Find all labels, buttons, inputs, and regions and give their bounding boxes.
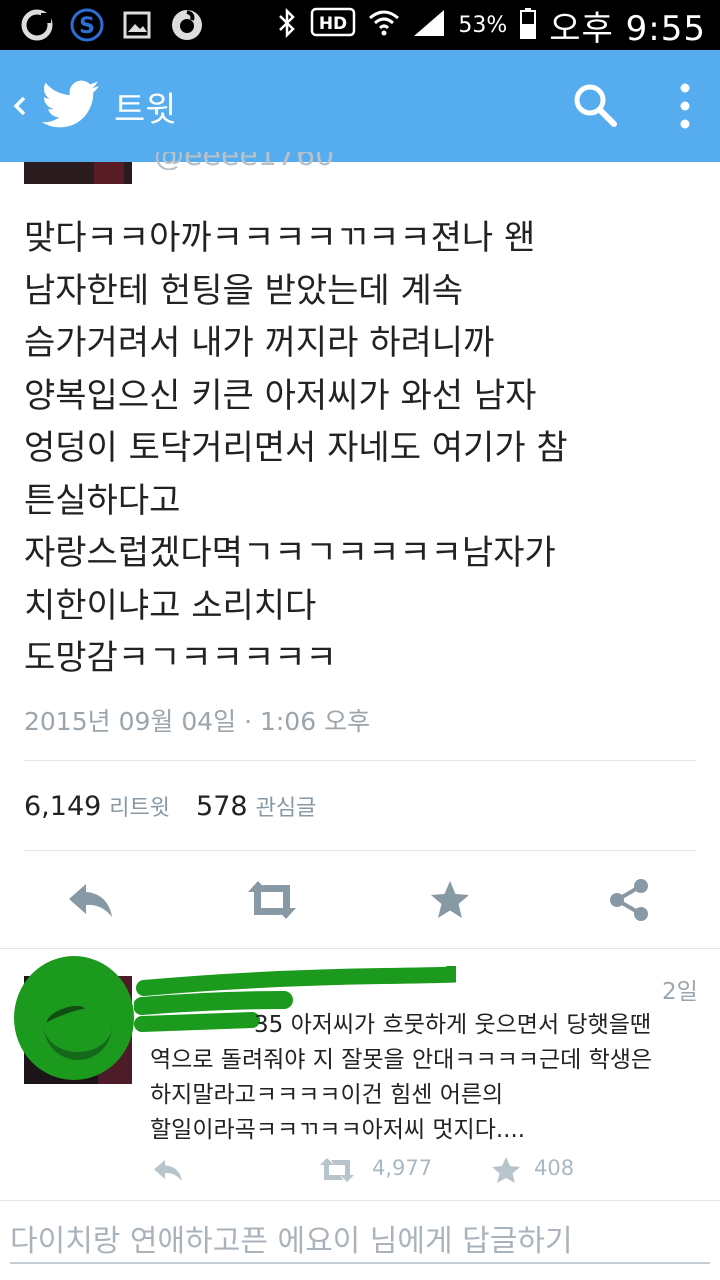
reply-timestamp: 2일 <box>662 979 698 1005</box>
tweet-text-line: 슴가거려서 내가 꺼지라 하려니까 <box>24 323 495 363</box>
divider <box>0 948 720 949</box>
samsung-s-icon: S <box>70 8 104 42</box>
hd-voice-icon: HD <box>310 6 356 44</box>
svg-text:HD: HD <box>319 14 347 34</box>
tweet-stats: 6,149 리트윗 578 관심글 <box>24 790 316 822</box>
tweet-actions <box>0 872 720 932</box>
notification-o-icon <box>20 8 54 42</box>
share-icon[interactable] <box>608 878 658 922</box>
divider <box>24 760 696 761</box>
gallery-icon <box>120 8 154 42</box>
reply-input-underline <box>10 1262 710 1264</box>
tweet-text-line: 치한이냐고 소리치다 <box>24 585 317 626</box>
search-icon[interactable] <box>572 82 618 128</box>
reply-text-line: 역으로 돌려줘야 지 잘못을 안대ㅋㅋㅋㅋ근데 학생은 <box>150 1047 653 1073</box>
chevron-left-icon[interactable] <box>8 86 32 126</box>
reply-retweet-count: 4,977 <box>372 1156 433 1180</box>
tweet-text-line: 자랑스럽겠다멱ㄱㅋㄱㅋㅋㅋㅋ남자가 <box>24 533 556 573</box>
tweet-text-line: 남자한테 헌팅을 받았는데 계속 <box>24 270 464 311</box>
battery-percent: 53% <box>458 12 508 38</box>
reply-like-count: 408 <box>534 1156 575 1180</box>
twitter-bird-icon[interactable] <box>41 80 100 130</box>
tweet-text-line: 튼실하다고 <box>24 480 181 521</box>
battery-icon <box>519 7 537 43</box>
star-icon[interactable] <box>428 878 478 922</box>
vodafone-icon <box>170 8 204 42</box>
star-icon[interactable] <box>490 1156 522 1184</box>
like-label[interactable]: 관심글 <box>256 790 317 822</box>
reply-icon[interactable] <box>152 1156 184 1184</box>
reply-text-line: 하지말라고ㅋㅋㅋㅋ이건 힘센 어른의 <box>150 1082 504 1108</box>
retweet-count[interactable]: 6,149 <box>24 791 101 822</box>
reply-text-line: 35 아저씨가 흐뭇하게 웃으면서 당햇을땐 <box>254 1012 652 1038</box>
tweet-text-line: 맞다ㅋㅋ아까ㅋㅋㅋㅋㄲㅋㅋ젼나 왠 <box>24 218 536 258</box>
divider <box>24 850 696 851</box>
reply-input[interactable]: 다이치랑 연애하고픈 에요이 님에게 답글하기 <box>10 1212 710 1264</box>
tweet-timestamp: 2015년 09월 04일 · 1:06 오후 <box>24 707 371 736</box>
svg-text:S: S <box>79 14 95 39</box>
divider <box>0 1200 720 1201</box>
reply-input-placeholder[interactable]: 다이치랑 연애하고픈 에요이 님에게 답글하기 <box>10 1216 573 1260</box>
page-title: 트윗 <box>114 90 177 130</box>
retweet-icon[interactable] <box>244 878 300 922</box>
tweet-text: 맞다ㅋㅋ아까ㅋㅋㅋㅋㄲㅋㅋ젼나 왠 남자한테 헌팅을 받았는데 계속 슴가거려서… <box>24 212 704 685</box>
status-bar: S HD 53% 오후 9:55 <box>0 0 720 50</box>
bluetooth-icon <box>276 7 298 42</box>
clock: 오후 9:55 <box>549 8 706 49</box>
reply-actions: 4,977 408 <box>150 1152 710 1188</box>
signal-icon <box>412 8 446 42</box>
tweet-text-line: 엉덩이 토닥거리면서 자네도 여기가 참 <box>24 428 568 468</box>
retweet-label[interactable]: 리트윗 <box>109 790 170 822</box>
reply-icon[interactable] <box>66 878 116 922</box>
more-vertical-icon[interactable] <box>670 82 700 130</box>
like-count[interactable]: 578 <box>196 791 248 822</box>
author-avatar[interactable] <box>24 162 132 184</box>
reply-text-line: 할일이라곡ㅋㅋㄲㅋㅋ아저씨 멋지다.... <box>150 1117 526 1143</box>
retweet-icon[interactable] <box>318 1156 356 1184</box>
app-bar: 트윗 <box>0 50 720 162</box>
reply-text: 35 아저씨가 흐뭇하게 웃으면서 당햇을땐 역으로 돌려줘야 지 잘못을 안대… <box>150 1008 706 1148</box>
tweet-text-line: 양복입으신 키큰 아저씨가 와선 남자 <box>24 375 537 416</box>
wifi-icon <box>368 8 400 42</box>
tweet-text-line: 도망감ㅋㄱㅋㅋㅋㅋㅋ <box>24 638 337 678</box>
status-notification-icons: S <box>20 8 204 42</box>
